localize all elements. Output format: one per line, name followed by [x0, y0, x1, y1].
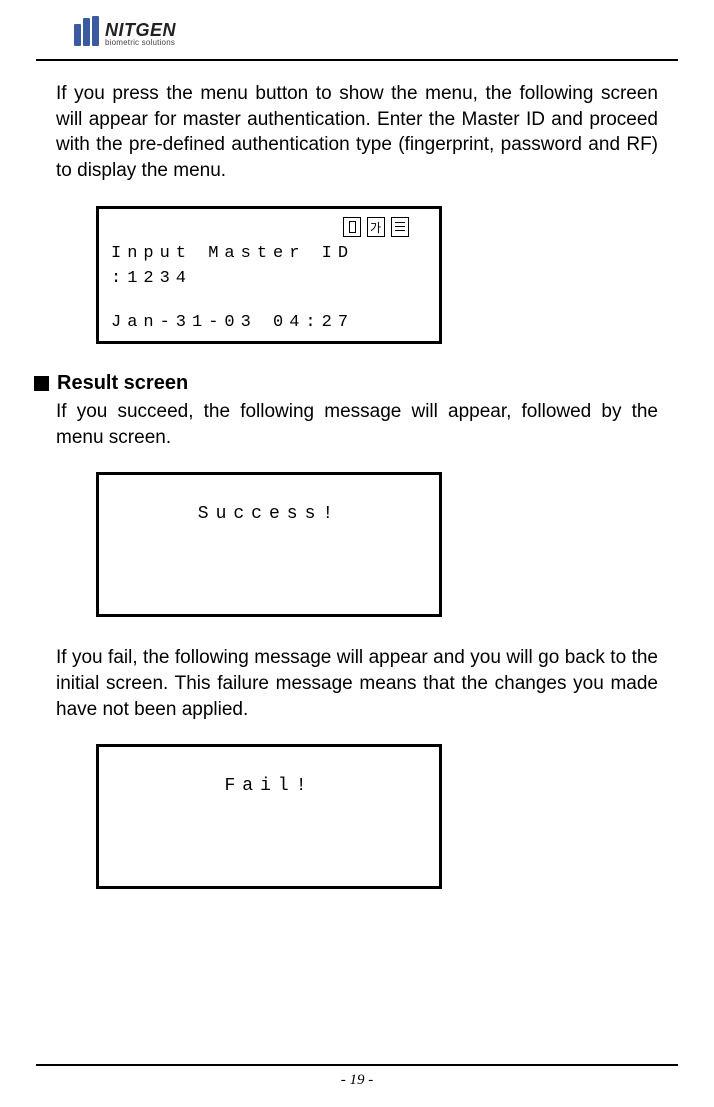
lcd-line-1: Input Master ID — [111, 241, 427, 267]
page-footer: - 19 - — [36, 1064, 678, 1089]
intro-paragraph: If you press the menu button to show the… — [56, 81, 658, 184]
phone-icon — [343, 217, 361, 237]
logo-icon — [74, 16, 99, 51]
lcd-fail-text: Fail! — [111, 773, 427, 800]
lcd-status-icons — [111, 217, 427, 237]
logo-main: NITGEN — [105, 21, 176, 39]
fail-paragraph: If you fail, the following message will … — [56, 645, 658, 722]
lcd-master-id: Input Master ID :1234 Jan-31-03 04:27 — [96, 206, 442, 345]
logo-text: NITGEN biometric solutions — [105, 21, 176, 47]
result-heading: Result screen — [57, 372, 188, 395]
lcd-line-2: :1234 — [111, 266, 427, 292]
korean-icon — [367, 217, 385, 237]
page-content: If you press the menu button to show the… — [0, 61, 714, 889]
list-icon — [391, 217, 409, 237]
logo-sub: biometric solutions — [105, 38, 176, 47]
lcd-line-3: Jan-31-03 04:27 — [111, 310, 427, 336]
success-paragraph: If you succeed, the following message wi… — [56, 399, 658, 450]
lcd-fail: Fail! — [96, 744, 442, 889]
result-heading-row: Result screen — [34, 372, 658, 395]
lcd-success-text: Success! — [111, 501, 427, 528]
page-number: - 19 - — [341, 1072, 374, 1088]
page-header: NITGEN biometric solutions — [36, 0, 678, 61]
lcd-success: Success! — [96, 472, 442, 617]
square-bullet-icon — [34, 376, 49, 391]
